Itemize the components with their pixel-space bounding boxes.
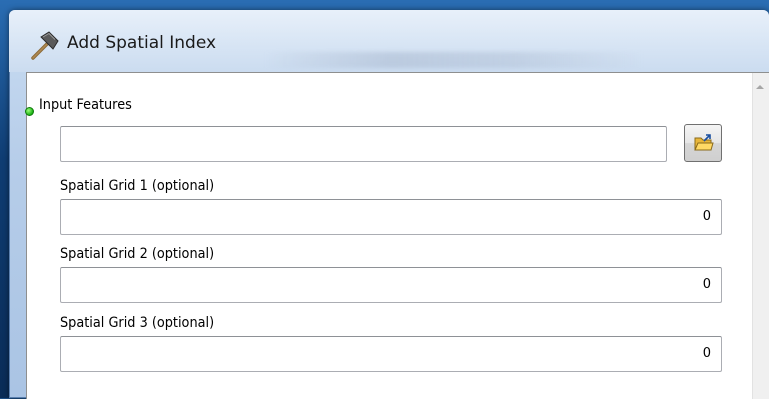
input-features-field[interactable] [60, 126, 667, 162]
scroll-up-arrow-icon[interactable] [756, 85, 764, 89]
open-folder-icon [694, 134, 714, 151]
required-indicator-icon [25, 107, 34, 116]
window-title: Add Spatial Index [67, 33, 217, 53]
title-bar[interactable]: Add Spatial Index [9, 10, 769, 72]
vertical-scrollbar[interactable] [752, 73, 769, 399]
spatial-grid-2-field[interactable]: 0 [60, 267, 722, 303]
input-features-label: Input Features [39, 97, 132, 113]
spatial-grid-3-field[interactable]: 0 [60, 336, 722, 372]
browse-button[interactable] [684, 124, 722, 162]
hammer-icon [27, 28, 61, 62]
spatial-grid-3-label: Spatial Grid 3 (optional) [60, 315, 215, 331]
spatial-grid-2-label: Spatial Grid 2 (optional) [60, 246, 215, 262]
spatial-grid-1-label: Spatial Grid 1 (optional) [60, 178, 215, 194]
background-blur [264, 52, 644, 68]
spatial-grid-1-field[interactable]: 0 [60, 199, 722, 235]
